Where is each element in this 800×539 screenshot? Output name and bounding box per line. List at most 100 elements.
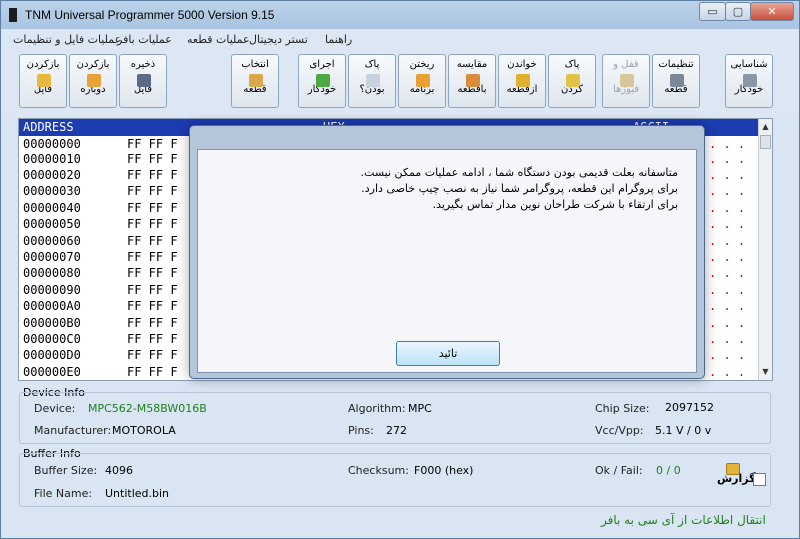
toolbar: بازکردن فایل بازکردن دوباره ذخیره فایل ا… (1, 51, 799, 117)
pins-label: Pins: (348, 424, 374, 437)
lock-fuses-button[interactable]: قفل و فیوزها (602, 54, 650, 108)
row-ascii: . . . (709, 217, 746, 231)
row-data: FF FF F (127, 299, 178, 313)
row-ascii: . . . (709, 184, 746, 198)
row-address: 000000D0 (23, 348, 81, 362)
row-ascii: . . . (709, 168, 746, 182)
row-ascii: . . . (709, 152, 746, 166)
row-data: FF FF F (127, 201, 178, 215)
auto-detect-button[interactable]: شناسایی خودکار (725, 54, 773, 108)
row-ascii: . . . (709, 250, 746, 264)
row-address: 00000020 (23, 168, 81, 182)
scroll-up-icon[interactable]: ▲ (760, 121, 771, 133)
okfail-label: Ok / Fail: (595, 464, 643, 477)
app-icon (9, 8, 17, 22)
row-data: FF FF F (127, 348, 178, 362)
row-address: 00000060 (23, 234, 81, 248)
row-data: FF FF F (127, 316, 178, 330)
row-ascii: . . . (709, 201, 746, 215)
app-window: TNM Universal Programmer 5000 Version 9.… (0, 0, 800, 539)
report-button[interactable]: گزارش (717, 463, 756, 493)
open-file-button[interactable]: بازکردن فایل (19, 54, 67, 108)
row-ascii: . . . (709, 316, 746, 330)
arrow-right-icon (316, 74, 330, 87)
filename-value: Untitled.bin (105, 487, 170, 500)
button-label: بازکردن (76, 59, 110, 70)
folder-open-icon (37, 74, 51, 87)
okfail-value: 0 / 0 (656, 464, 681, 477)
chip-settings-icon (670, 74, 684, 87)
title-bar[interactable]: TNM Universal Programmer 5000 Version 9.… (1, 1, 799, 29)
menu-digital-tester[interactable]: تستر دیجیتال (249, 33, 308, 46)
scroll-down-icon[interactable]: ▼ (760, 366, 771, 378)
button-label: انتخاب (241, 59, 269, 70)
chip-settings-button[interactable]: تنظیمات قطعه (652, 54, 700, 108)
auto-run-button[interactable]: اجرای خودکار (298, 54, 346, 108)
row-data: FF FF F (127, 365, 178, 379)
pins-value: 272 (386, 424, 407, 437)
read-button[interactable]: خواندن ازقطعه (498, 54, 546, 108)
save-icon (137, 74, 151, 87)
button-label: مقایسه (456, 59, 488, 70)
row-address: 000000B0 (23, 316, 81, 330)
buffer-size-label: Buffer Size: (34, 464, 98, 477)
button-label: پاک (364, 59, 380, 70)
row-ascii: . . . (709, 137, 746, 151)
erase-button[interactable]: پاک کردن (548, 54, 596, 108)
button-label: تنظیمات (658, 59, 694, 70)
save-file-button[interactable]: ذخیره فایل (119, 54, 167, 108)
row-address: 00000010 (23, 152, 81, 166)
menu-device-operations[interactable]: عملیات قطعه (187, 33, 250, 46)
menu-help[interactable]: راهنما (325, 33, 352, 46)
vcc-label: Vcc/Vpp: (595, 424, 644, 437)
report-checkbox[interactable] (753, 473, 766, 486)
vertical-scrollbar[interactable]: ▲ ▼ (758, 119, 772, 380)
row-data: FF FF F (127, 168, 178, 182)
row-data: FF FF F (127, 250, 178, 264)
program-button[interactable]: ریختن برنامه (398, 54, 446, 108)
blank-check-button[interactable]: پاک بودن؟ (348, 54, 396, 108)
manufacturer-label: Manufacturer: (34, 424, 112, 437)
menu-buffer-operations[interactable]: عملیات بافر (117, 33, 172, 46)
menu-bar: راهنما تستر دیجیتال عملیات قطعه عملیات ب… (1, 29, 799, 51)
row-ascii: . . . (709, 283, 746, 297)
button-label: ریختن (409, 59, 435, 70)
row-address: 00000090 (23, 283, 81, 297)
address-column-header: ADDRESS (23, 120, 74, 134)
message-dialog: متاسفانه بعلت قدیمی بودن دستگاه شما ، اد… (189, 125, 705, 379)
row-address: 000000A0 (23, 299, 81, 313)
row-data: FF FF F (127, 283, 178, 297)
device-value: MPC562-M58BW016B (88, 402, 207, 415)
button-label: پاک (564, 59, 580, 70)
row-data: FF FF F (127, 266, 178, 280)
minimize-button[interactable]: ▭ (699, 2, 726, 21)
device-label: Device: (34, 402, 76, 415)
close-button[interactable]: ✕ (750, 2, 794, 21)
button-label: قفل و (613, 59, 639, 70)
chip-size-label: Chip Size: (595, 402, 650, 415)
row-data: FF FF F (127, 152, 178, 166)
filename-label: File Name: (34, 487, 93, 500)
row-ascii: . . . (709, 234, 746, 248)
menu-file-settings[interactable]: عملیات فایل و تنظیمات (13, 33, 121, 46)
compare-icon (466, 74, 480, 87)
select-chip-button[interactable]: انتخاب قطعه (231, 54, 279, 108)
program-arrow-icon (416, 74, 430, 87)
row-data: FF FF F (127, 234, 178, 248)
maximize-button[interactable]: ▢ (725, 2, 751, 21)
checksum-value: F000 (hex) (414, 464, 474, 477)
button-label: شناسایی (730, 59, 768, 70)
algorithm-label: Algorithm: (348, 402, 406, 415)
row-address: 00000080 (23, 266, 81, 280)
folder-reload-icon (87, 74, 101, 87)
erase-icon (566, 74, 580, 87)
report-icon (726, 463, 740, 475)
lock-icon (620, 74, 634, 87)
reopen-button[interactable]: بازکردن دوباره (69, 54, 117, 108)
compare-button[interactable]: مقایسه باقطعه (448, 54, 496, 108)
dialog-ok-button[interactable]: تائید (396, 341, 500, 366)
scroll-thumb[interactable] (760, 135, 771, 149)
row-address: 000000C0 (23, 332, 81, 346)
chip-size-value: 2097152 (665, 401, 714, 414)
row-ascii: . . . (709, 365, 746, 379)
